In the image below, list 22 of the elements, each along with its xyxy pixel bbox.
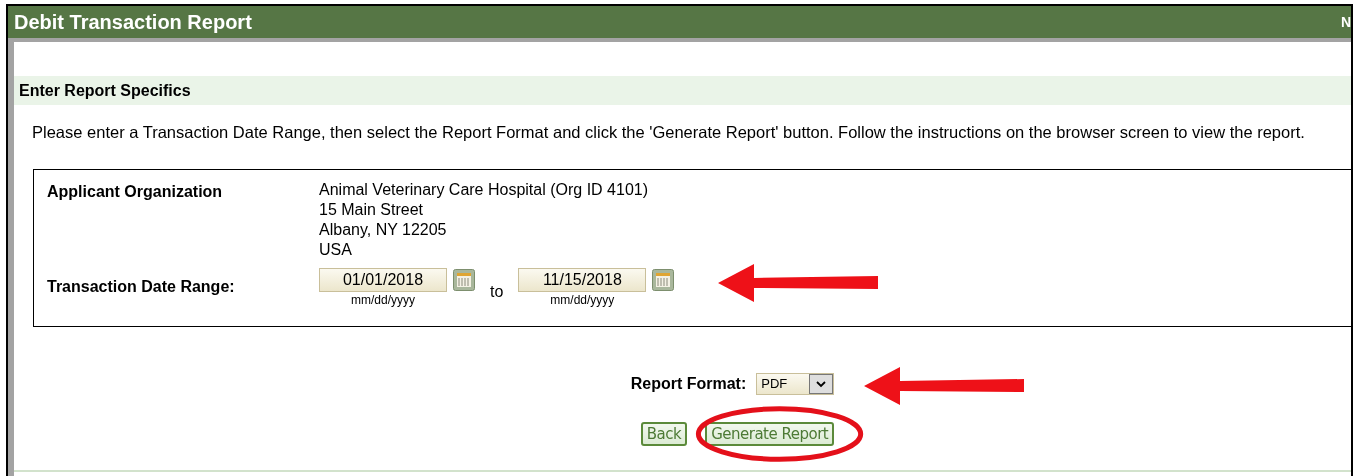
page-title: Debit Transaction Report [14, 10, 252, 35]
date-field[interactable]: 01/01/2018 [319, 267, 447, 292]
chevron-down-icon [809, 373, 834, 394]
address-line: USA [319, 239, 353, 260]
back-button[interactable]: Back [640, 421, 688, 446]
address-line: Albany, NY 12205 [319, 219, 448, 240]
format-dropdown[interactable]: PDF [756, 372, 835, 395]
calendar-icon[interactable] [652, 268, 675, 291]
section-title: Enter Report Specifics [19, 80, 191, 101]
address-line: 15 Main Street [319, 199, 425, 220]
date-format-hint: mm/dd/yyyy [550, 292, 615, 307]
range-separator: to [490, 281, 504, 302]
field-label: Applicant Organization [46, 181, 224, 202]
instructions-text: Please enter a Transaction Date Range, then select the Report Format and click the 'Generate Report' button. Follow the instructions on the browser screen to view the report. [32, 122, 1306, 143]
field-label: Report Format: [630, 373, 747, 394]
date-field[interactable]: 11/15/2018 [518, 267, 647, 292]
field-label: Transaction Date Range: [46, 276, 236, 297]
calendar-icon[interactable] [453, 268, 475, 291]
generate-report-button[interactable]: Generate Report [705, 421, 835, 446]
address-line: Animal Veterinary Care Hospital (Org ID 4101) [319, 179, 649, 200]
date-format-hint: mm/dd/yyyy [351, 292, 415, 307]
header-text: N [1340, 12, 1351, 32]
